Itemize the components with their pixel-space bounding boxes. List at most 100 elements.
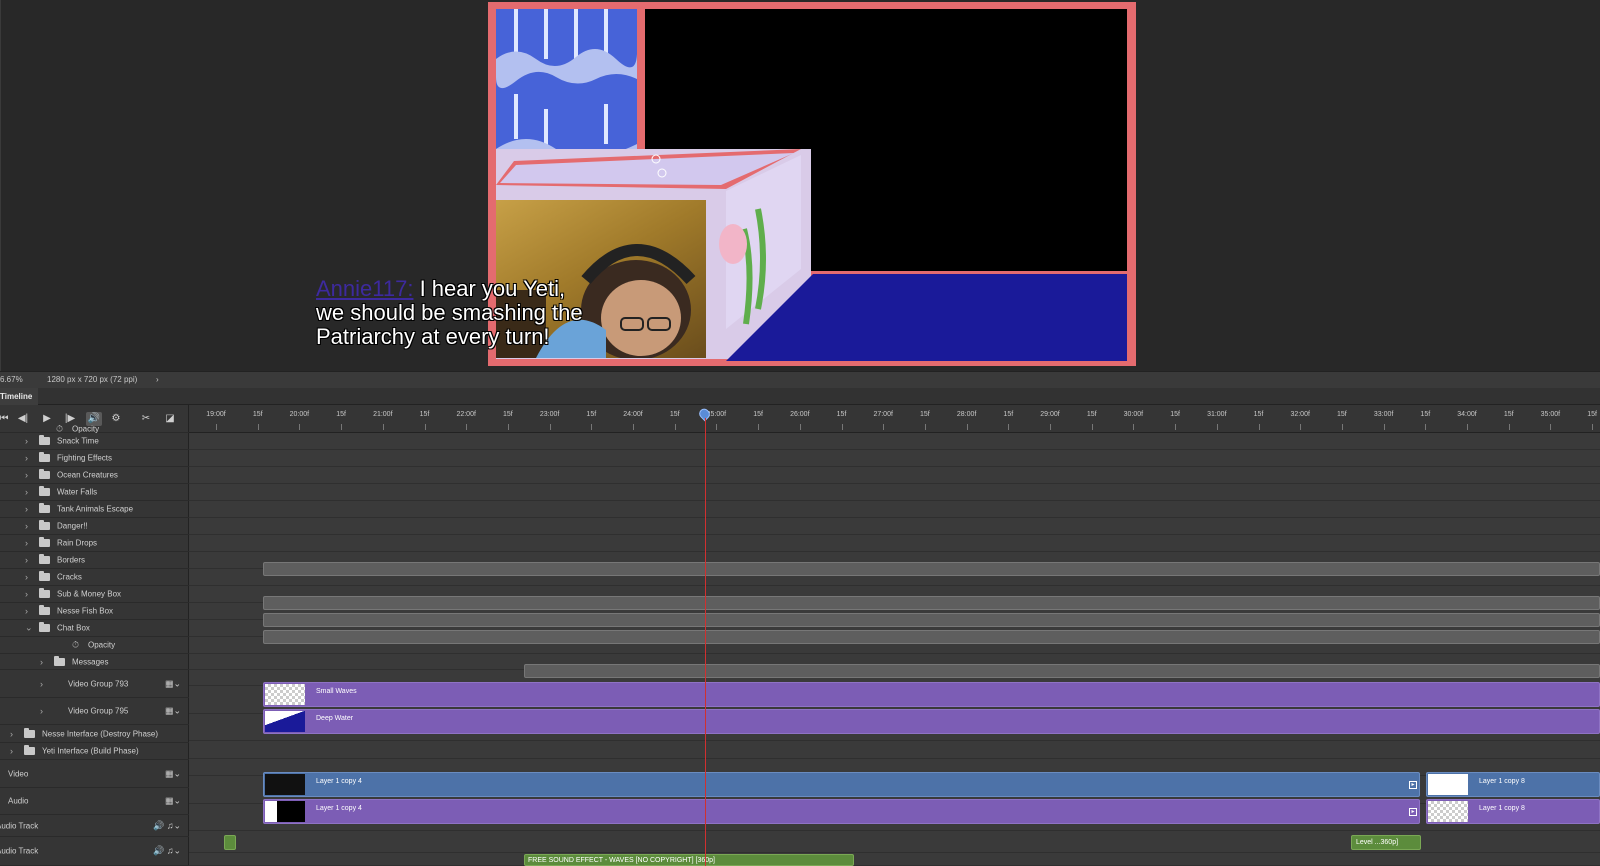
collapse-chevron-icon[interactable]: ⌄ (25, 623, 33, 634)
ruler-tick-mark (674, 424, 676, 430)
layer-water-falls[interactable]: › Water Falls (0, 484, 189, 501)
layer-messages[interactable]: › Messages (0, 654, 189, 670)
ruler-tick-label: 15f (1253, 411, 1264, 418)
expand-chevron-icon[interactable]: › (25, 538, 28, 548)
play-icon[interactable]: ▶ (39, 412, 55, 426)
ruler-tick-mark (1341, 424, 1343, 430)
track-video[interactable]: Video ▦⌄ (0, 760, 189, 788)
layer-yeti-interface[interactable]: › Yeti Interface (Build Phase) (0, 743, 189, 760)
layer-fighting-effects[interactable]: › Fighting Effects (0, 450, 189, 467)
clip-borders[interactable] (263, 562, 1600, 576)
expand-chevron-icon[interactable]: › (25, 504, 28, 514)
ruler-tick-mark (591, 424, 593, 430)
go-to-first-frame-icon[interactable]: ⏮ (0, 412, 12, 426)
layer-label: Audio (8, 796, 29, 806)
layer-opacity-prop[interactable]: ⏱ Opacity (0, 423, 189, 433)
layer-nesse-fish-box[interactable]: › Nesse Fish Box (0, 603, 189, 620)
layer-ocean-creatures[interactable]: › Ocean Creatures (0, 467, 189, 484)
status-bar: 6.67% 1280 px x 720 px (72 ppi) › (0, 371, 1600, 388)
clip-end-icon[interactable]: ▸ (1409, 780, 1417, 789)
ruler-tick-mark (966, 424, 968, 430)
expand-chevron-icon[interactable]: › (10, 729, 13, 739)
settings-icon[interactable]: ⚙ (108, 412, 124, 426)
ruler-tick-label: 15f (1420, 411, 1431, 418)
audio-track-menu-icon[interactable]: 🔊 ♫⌄ (153, 820, 181, 831)
expand-chevron-icon[interactable]: › (25, 555, 28, 565)
expand-chevron-icon[interactable]: › (25, 487, 28, 497)
clip-deep-water[interactable]: Deep Water (263, 709, 1600, 734)
expand-chevron-icon[interactable]: › (25, 572, 28, 582)
layer-rain-drops[interactable]: › Rain Drops (0, 535, 189, 552)
expand-chevron-icon[interactable]: › (25, 606, 28, 616)
clip-audio-layer-copy-8[interactable]: Layer 1 copy 8 (1426, 799, 1600, 824)
clip-video-layer-copy-8[interactable]: Layer 1 copy 8 (1426, 772, 1600, 797)
clip-nesse-fish-box[interactable] (263, 613, 1600, 627)
expand-chevron-icon[interactable]: › (25, 470, 28, 480)
ruler-tick-mark (1425, 424, 1427, 430)
clip-messages[interactable] (524, 664, 1600, 678)
clip-end-icon[interactable]: ▸ (1409, 807, 1417, 816)
clip-small-waves[interactable]: Small Waves (263, 682, 1600, 707)
film-strip-menu-icon[interactable]: ▦⌄ (165, 706, 181, 717)
stopwatch-icon[interactable]: ⏱ (72, 640, 79, 651)
ruler-tick-label: 23:00f (539, 411, 560, 418)
playhead-line[interactable] (705, 418, 706, 866)
track-audio-1[interactable]: Audio Track 🔊 ♫⌄ (0, 815, 189, 837)
ruler-tick-label: 27:00f (873, 411, 893, 418)
transition-icon[interactable]: ◪ (162, 412, 178, 426)
clip-chat-box[interactable] (263, 630, 1600, 644)
layers-list: ⏱ Opacity › Snack Time › Fighting Effects › Oce… (0, 423, 189, 866)
clip-sound-effect-waves[interactable]: FREE SOUND EFFECT - WAVES [NO COPYRIGHT]… (524, 854, 854, 866)
clip-label: FREE SOUND EFFECT - WAVES [NO COPYRIGHT]… (528, 857, 715, 864)
expand-chevron-icon[interactable]: › (10, 746, 13, 756)
film-strip-menu-icon[interactable]: ▦⌄ (165, 678, 181, 689)
audio-track-menu-icon[interactable]: 🔊 ♫⌄ (153, 846, 181, 857)
expand-chevron-icon[interactable]: › (40, 679, 43, 689)
expand-chevron-icon[interactable]: › (25, 589, 28, 599)
zoom-level[interactable]: 6.67% (0, 375, 23, 384)
layer-danger[interactable]: › Danger!! (0, 518, 189, 535)
ruler-tick-label: 32:00f (1290, 411, 1310, 418)
expand-chevron-icon[interactable]: › (25, 436, 28, 446)
layer-chat-box-opacity[interactable]: ⏱ Opacity (0, 637, 189, 654)
layer-borders[interactable]: › Borders (0, 552, 189, 569)
layer-cracks[interactable]: › Cracks (0, 569, 189, 586)
ruler-tick-label: 21:00f (373, 411, 393, 418)
film-strip-menu-icon[interactable]: ▦⌄ (165, 796, 181, 807)
layer-snack-time[interactable]: › Snack Time (0, 433, 189, 450)
clip-audio-start-marker[interactable] (224, 835, 236, 850)
layer-sub-money-box[interactable]: › Sub & Money Box (0, 586, 189, 603)
clip-audio-level[interactable]: Level ...360p] (1351, 835, 1421, 850)
clip-sub-money-box[interactable] (263, 596, 1600, 610)
layer-video-group-795[interactable]: › Video Group 795 ▦⌄ (0, 698, 189, 725)
clip-video-layer-copy-4[interactable]: Layer 1 copy 4 ▸ (263, 772, 1420, 797)
status-menu-arrow-icon[interactable]: › (156, 375, 159, 384)
ruler-tick-label: 24:00f (623, 411, 643, 418)
layer-nesse-interface[interactable]: › Nesse Interface (Destroy Phase) (0, 725, 189, 743)
tracks-area[interactable]: Small Waves Deep Water Layer 1 copy 4 ▸ … (189, 433, 1600, 866)
expand-chevron-icon[interactable]: › (25, 521, 28, 531)
expand-chevron-icon[interactable]: › (40, 657, 43, 667)
expand-chevron-icon[interactable]: › (25, 453, 28, 463)
folder-icon (39, 588, 50, 598)
layer-chat-box[interactable]: ⌄ Chat Box (0, 620, 189, 637)
folder-icon (39, 571, 50, 581)
track-audio[interactable]: Audio ▦⌄ (0, 788, 189, 815)
canvas-area[interactable]: Annie117: I hear you Yeti, we should be … (0, 0, 1600, 371)
ruler-tick-mark (1550, 424, 1552, 430)
previous-frame-icon[interactable]: ◀| (15, 412, 31, 426)
ruler-tick-label: 15f (669, 411, 680, 418)
tab-timeline[interactable]: Timeline (0, 388, 39, 405)
layer-video-group-793[interactable]: › Video Group 793 ▦⌄ (0, 670, 189, 698)
track-audio-2[interactable]: Audio Track 🔊 ♫⌄ (0, 837, 189, 866)
ruler-tick-label: 15f (1587, 411, 1597, 418)
layer-label: Video (8, 769, 29, 778)
film-strip-menu-icon[interactable]: ▦⌄ (165, 768, 181, 779)
layer-tank-animals-escape[interactable]: › Tank Animals Escape (0, 501, 189, 518)
document-size: 1280 px x 720 px (72 ppi) (47, 375, 138, 384)
clip-audio-layer-copy-4[interactable]: Layer 1 copy 4 ▸ (263, 799, 1420, 824)
ruler-tick-label: 15f (1337, 411, 1347, 418)
expand-chevron-icon[interactable]: › (40, 706, 43, 716)
timeline-ruler[interactable]: 19:00f 15f 20:00f 15f 21:00f 15f 22:00f 15f 23:0… (189, 405, 1600, 433)
split-scissors-icon[interactable]: ✂ (138, 412, 154, 426)
